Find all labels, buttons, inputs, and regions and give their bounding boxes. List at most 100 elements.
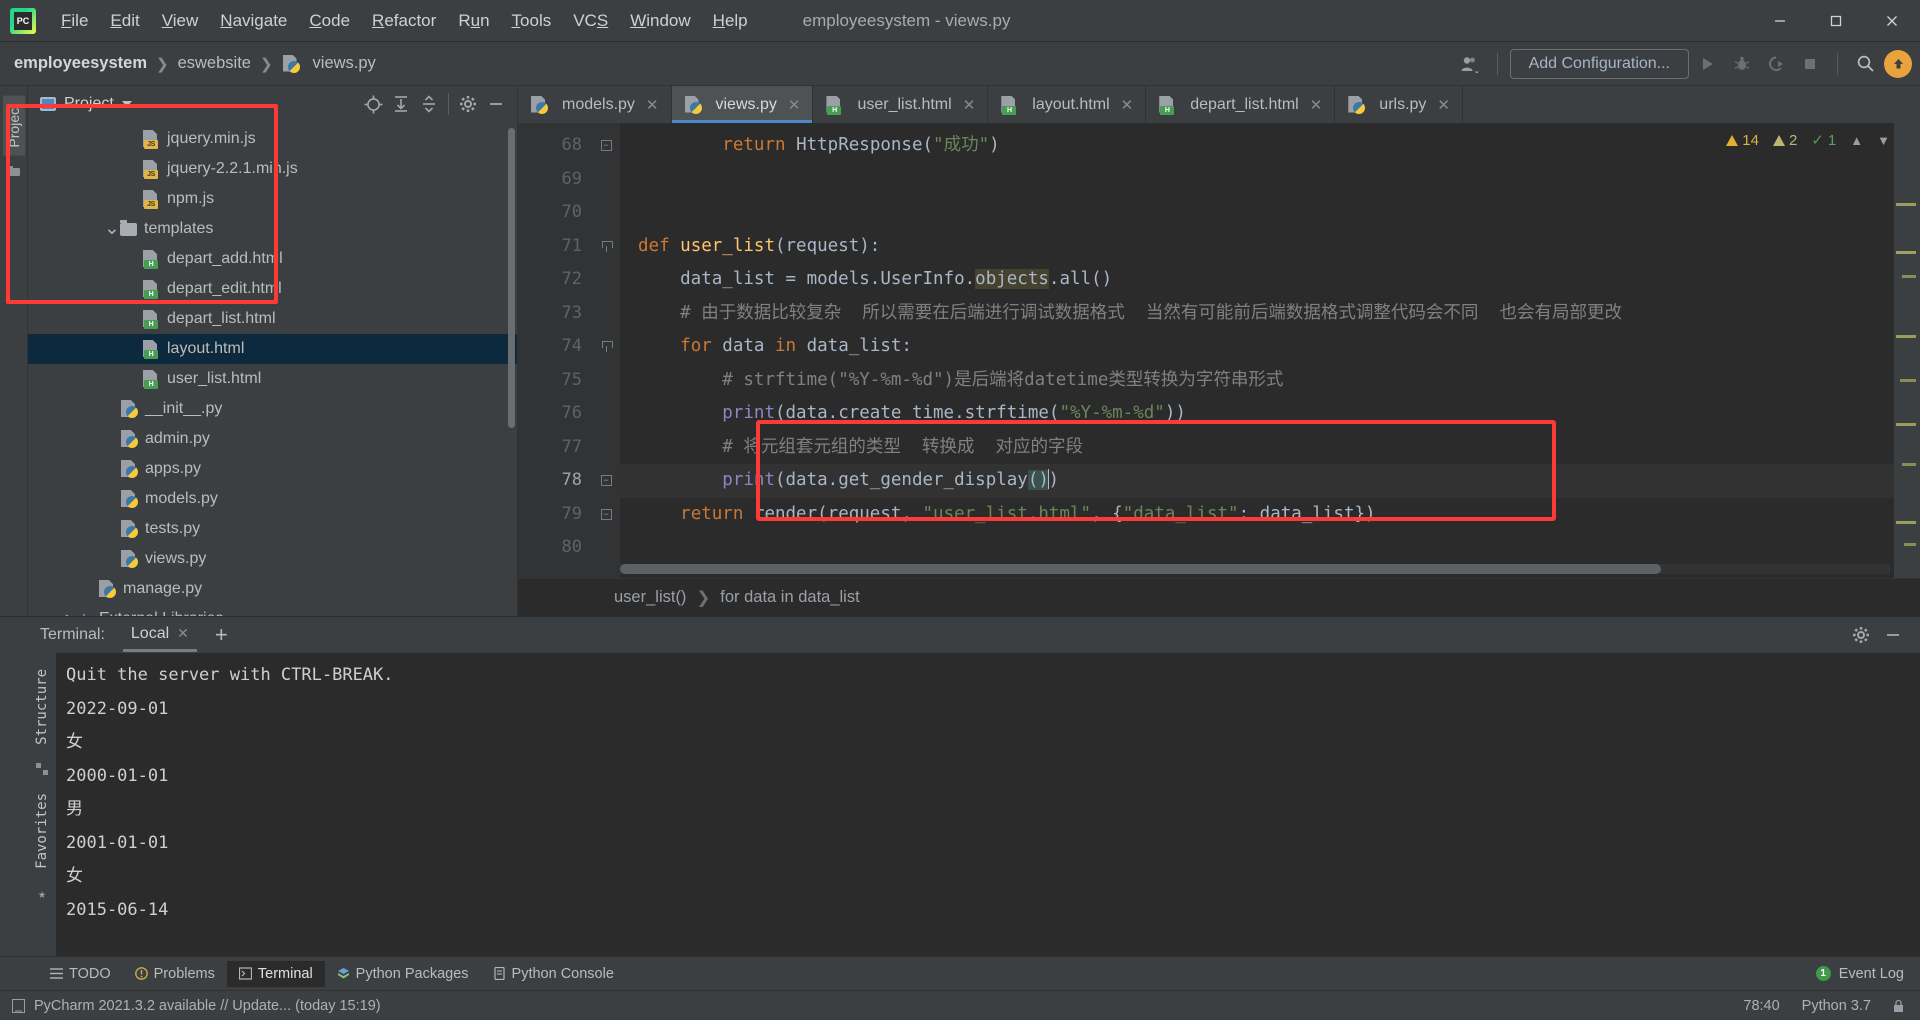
menu-tools[interactable]: Tools (501, 7, 563, 35)
locate-file-icon[interactable] (360, 91, 386, 117)
menu-help[interactable]: Help (702, 7, 759, 35)
breadcrumb-function[interactable]: user_list() (614, 588, 686, 607)
breadcrumb-module[interactable]: eswebsite (178, 54, 251, 73)
breadcrumb-file[interactable]: views.py (282, 54, 376, 74)
status-message[interactable]: PyCharm 2021.3.2 available // Update... … (34, 998, 381, 1014)
lock-icon[interactable] (1893, 999, 1904, 1013)
hide-panel-icon[interactable] (1880, 622, 1906, 648)
structure-rail-icon[interactable] (6, 165, 21, 178)
tree-item--init-py[interactable]: __init__.py (28, 394, 517, 424)
project-panel-title-group[interactable]: Project (40, 95, 132, 113)
stop-icon[interactable] (1795, 49, 1825, 79)
chevron-down-icon[interactable]: ▼ (1877, 133, 1890, 148)
close-icon[interactable]: ✕ (177, 625, 189, 642)
editor-tab-views-py[interactable]: views.py ✕ (671, 86, 814, 123)
menu-code[interactable]: Code (298, 7, 361, 35)
star-icon[interactable]: ★ (38, 887, 46, 902)
tree-item-templates[interactable]: ⌄ templates (28, 214, 517, 244)
chevron-down-icon[interactable]: ⌄ (104, 220, 120, 238)
fold-box-icon[interactable]: − (600, 508, 612, 520)
close-button[interactable] (1864, 0, 1920, 42)
tree-item-jquery-min-js[interactable]: JS jquery.min.js (28, 124, 517, 154)
run-coverage-icon[interactable] (1761, 49, 1791, 79)
close-icon[interactable]: ✕ (963, 96, 976, 114)
search-icon[interactable] (1850, 49, 1880, 79)
menu-refactor[interactable]: Refactor (361, 7, 447, 35)
chevron-up-icon[interactable]: ▲ (1850, 133, 1863, 148)
tree-item-jquery-2-2-1-min-js[interactable]: JS jquery-2.2.1.min.js (28, 154, 517, 184)
tree-item-npm-js[interactable]: JS npm.js (28, 184, 517, 214)
breadcrumb-loop[interactable]: for data in data_list (720, 588, 859, 607)
menu-edit[interactable]: Edit (99, 7, 150, 35)
run-icon[interactable] (1693, 49, 1723, 79)
maximize-button[interactable] (1808, 0, 1864, 42)
hide-panel-icon[interactable] (483, 91, 509, 117)
chevron-down-icon[interactable] (121, 101, 132, 107)
fold-box-icon[interactable]: − (600, 140, 612, 152)
sidebar-tab-structure[interactable]: Structure (31, 661, 53, 753)
event-log-group[interactable]: 1 Event Log (1815, 966, 1920, 982)
close-icon[interactable]: ✕ (1437, 96, 1450, 114)
tree-item-views-py[interactable]: views.py (28, 544, 517, 574)
toolwindow-button-python-console[interactable]: Python Console (481, 961, 626, 987)
menu-vcs[interactable]: VCS (562, 7, 619, 35)
project-tree[interactable]: JS jquery.min.js JS jquery-2.2.1.min.js JS np… (28, 122, 517, 616)
gear-icon[interactable] (455, 91, 481, 117)
tree-item-depart-edit-html[interactable]: Hdepart_edit.html (28, 274, 517, 304)
weak-warnings-indicator[interactable]: 2 (1772, 132, 1797, 149)
menu-navigate[interactable]: Navigate (209, 7, 298, 35)
sidebar-tab-project[interactable]: Project (2, 96, 25, 156)
editor-tab-depart-list-html[interactable]: Hdepart_list.html ✕ (1146, 86, 1336, 123)
minimize-button[interactable] (1752, 0, 1808, 42)
tree-item-depart-list-html[interactable]: Hdepart_list.html (28, 304, 517, 334)
add-configuration-button[interactable]: Add Configuration... (1509, 48, 1689, 79)
project-tree-scrollbar[interactable] (508, 128, 515, 428)
gear-icon[interactable] (1848, 622, 1874, 648)
sidebar-tab-favorites[interactable]: Favorites (31, 785, 53, 877)
tree-item-layout-html[interactable]: Hlayout.html (28, 334, 517, 364)
menu-run[interactable]: Run (447, 7, 500, 35)
editor-tab-urls-py[interactable]: urls.py ✕ (1335, 86, 1463, 123)
editor-tab-models-py[interactable]: models.py ✕ (518, 86, 672, 123)
toolwindow-button-python-packages[interactable]: Python Packages (325, 961, 481, 987)
code-folding-column[interactable]: − − − (592, 123, 620, 578)
terminal-tab-local[interactable]: Local ✕ (122, 619, 197, 652)
caret-position[interactable]: 78:40 (1743, 998, 1779, 1014)
toolwindow-button-terminal[interactable]: Terminal (226, 960, 325, 987)
tree-item-user-list-html[interactable]: Huser_list.html (28, 364, 517, 394)
editor-scroll-thumb[interactable] (620, 564, 1662, 574)
tree-item-manage-py[interactable]: manage.py (28, 574, 517, 604)
close-icon[interactable]: ✕ (1310, 96, 1323, 114)
toolwindow-button-todo[interactable]: TODO (38, 961, 123, 987)
debug-icon[interactable] (1727, 49, 1757, 79)
interpreter-indicator[interactable]: Python 3.7 (1802, 998, 1871, 1014)
toolwindow-button-problems[interactable]: Problems (123, 961, 227, 987)
tree-item-apps-py[interactable]: apps.py (28, 454, 517, 484)
fold-box-icon[interactable]: − (600, 475, 612, 487)
user-icon[interactable] (1455, 49, 1485, 79)
collapse-all-icon[interactable] (416, 91, 442, 117)
menu-window[interactable]: Window (619, 7, 701, 35)
tree-item-tests-py[interactable]: tests.py (28, 514, 517, 544)
breadcrumb-project[interactable]: employeesystem (14, 54, 147, 73)
editor-tab-user-list-html[interactable]: Huser_list.html ✕ (813, 86, 989, 123)
editor-marker-bar[interactable] (1894, 123, 1920, 578)
warnings-indicator[interactable]: 14 (1726, 132, 1759, 149)
new-terminal-button[interactable]: + (215, 622, 228, 648)
close-icon[interactable]: ✕ (1121, 96, 1134, 114)
close-icon[interactable]: ✕ (788, 96, 801, 114)
fold-arrow-icon[interactable] (601, 341, 613, 353)
tree-item-depart-add-html[interactable]: Hdepart_add.html (28, 244, 517, 274)
tree-item-models-py[interactable]: models.py (28, 484, 517, 514)
fold-arrow-icon[interactable] (601, 240, 613, 252)
chevron-right-icon[interactable]: › (60, 608, 76, 616)
structure-icon[interactable] (36, 762, 48, 775)
close-icon[interactable]: ✕ (646, 96, 659, 114)
menu-file[interactable]: File (50, 7, 99, 35)
checks-indicator[interactable]: ✓ 1 (1811, 131, 1836, 150)
update-icon[interactable] (1884, 49, 1912, 78)
tree-item-external-libraries[interactable]: › External Libraries (28, 604, 517, 616)
editor-tab-layout-html[interactable]: Hlayout.html ✕ (988, 86, 1147, 123)
tree-item-admin-py[interactable]: admin.py (28, 424, 517, 454)
terminal-output[interactable]: Structure Favorites ★ Quit the server wi… (28, 653, 1920, 956)
